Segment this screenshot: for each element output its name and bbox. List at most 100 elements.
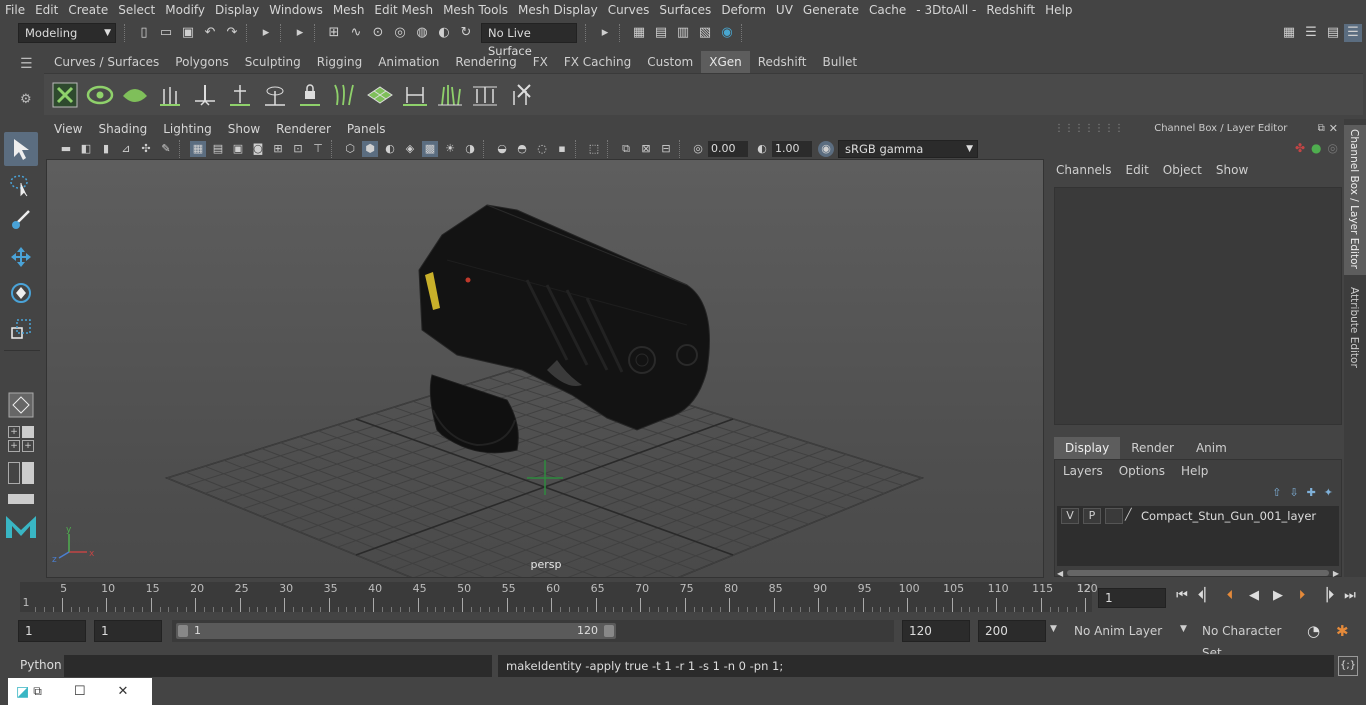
close-icon[interactable]: ✕ bbox=[1329, 122, 1338, 135]
select-tool[interactable] bbox=[4, 132, 38, 166]
isolate-select-icon[interactable]: ⬚ bbox=[586, 141, 602, 157]
range-slider-track[interactable]: 1 120 bbox=[172, 620, 894, 642]
viewport-menu-view[interactable]: View bbox=[46, 119, 90, 139]
move-layer-down-icon[interactable]: ⇩ bbox=[1289, 486, 1298, 499]
resolution-gate-icon[interactable]: ▣ bbox=[230, 141, 246, 157]
motion-blur-icon[interactable]: ◓ bbox=[514, 141, 530, 157]
layer-display-type-toggle[interactable] bbox=[1105, 508, 1123, 524]
single-perspective-layout-icon[interactable]: + bbox=[8, 426, 36, 438]
layer-visibility-toggle[interactable]: V bbox=[1061, 508, 1079, 524]
move-layer-up-icon[interactable]: ⇧ bbox=[1272, 486, 1281, 499]
rotate-tool[interactable] bbox=[4, 276, 38, 310]
wireframe-on-shaded-icon[interactable]: ◈ bbox=[402, 141, 418, 157]
xray-icon[interactable]: ⧉ bbox=[618, 141, 634, 157]
menu-curves[interactable]: Curves bbox=[603, 0, 655, 20]
shelf-tab-sculpting[interactable]: Sculpting bbox=[237, 51, 309, 73]
layers-menu[interactable]: Layers bbox=[1063, 464, 1103, 478]
menu-mesh-display[interactable]: Mesh Display bbox=[513, 0, 603, 20]
use-all-lights-icon[interactable]: ☀ bbox=[442, 141, 458, 157]
color-management-icon[interactable]: ◉ bbox=[818, 141, 834, 157]
shelf-tab-rigging[interactable]: Rigging bbox=[309, 51, 370, 73]
layer-scrollbar[interactable]: ◀ ▶ bbox=[1057, 568, 1339, 578]
layer-row[interactable]: V P ╱ Compact_Stun_Gun_001_layer bbox=[1057, 506, 1339, 526]
snap-edge-icon[interactable]: ◐ bbox=[435, 24, 453, 42]
xray-components-icon[interactable]: ⊟ bbox=[658, 141, 674, 157]
channel-list[interactable] bbox=[1054, 187, 1342, 425]
menu-generate[interactable]: Generate bbox=[798, 0, 864, 20]
hierarchy-mode-icon[interactable]: ▸ bbox=[291, 24, 309, 42]
textured-icon[interactable]: ▩ bbox=[422, 141, 438, 157]
workspace-icon[interactable]: ▦ bbox=[1280, 24, 1298, 42]
start-time-field[interactable]: 1 bbox=[18, 620, 86, 642]
snap-surface-icon[interactable]: ◍ bbox=[413, 24, 431, 42]
shelf-collapse-icon[interactable]: ☰ bbox=[20, 56, 38, 74]
shelf-tab-animation[interactable]: Animation bbox=[370, 51, 447, 73]
xray-joints-icon[interactable]: ⊠ bbox=[638, 141, 654, 157]
new-layer-from-selection-icon[interactable]: ✦ bbox=[1324, 486, 1333, 499]
viewport-menu-lighting[interactable]: Lighting bbox=[155, 119, 220, 139]
gamma-field[interactable]: 1.00 bbox=[772, 141, 812, 157]
speed-icon[interactable]: ● bbox=[1311, 141, 1321, 155]
maya-window-icon[interactable]: ◪ bbox=[16, 684, 29, 700]
go-to-start-icon[interactable]: ⏮ bbox=[1172, 588, 1192, 603]
shelf-tab-rendering[interactable]: Rendering bbox=[447, 51, 524, 73]
step-forward-icon[interactable]: ▕⏵ bbox=[1316, 588, 1336, 603]
maximize-icon[interactable]: ☐ bbox=[74, 684, 86, 699]
snap-view-plane-icon[interactable]: ◎ bbox=[391, 24, 409, 42]
render-view-icon[interactable]: ▤ bbox=[652, 24, 670, 42]
xgen-interactive-groom-icon[interactable] bbox=[435, 78, 465, 112]
outliner-layout-icon[interactable] bbox=[8, 462, 36, 484]
xgen-sculpt-guide-icon[interactable] bbox=[225, 78, 255, 112]
shadows-icon[interactable]: ◑ bbox=[462, 141, 478, 157]
menu-select[interactable]: Select bbox=[113, 0, 160, 20]
xgen-rebuild-icon[interactable] bbox=[400, 78, 430, 112]
snap-curve-icon[interactable]: ∿ bbox=[347, 24, 365, 42]
xgen-grid-icon[interactable] bbox=[365, 78, 395, 112]
side-tab-attribute-editor[interactable]: Attribute Editor bbox=[1344, 283, 1366, 373]
side-tab-channel-box[interactable]: Channel Box / Layer Editor bbox=[1344, 125, 1366, 275]
layer-tab-anim[interactable]: Anim bbox=[1185, 437, 1238, 459]
auto-key-icon[interactable]: ◔ bbox=[1307, 622, 1320, 640]
playback-start-field[interactable]: 1 bbox=[94, 620, 162, 642]
open-scene-icon[interactable]: ▭ bbox=[157, 24, 175, 42]
render-frame-icon[interactable]: ▦ bbox=[630, 24, 648, 42]
xgen-editor-icon[interactable] bbox=[50, 78, 80, 112]
bookmark-icon[interactable]: ▮ bbox=[98, 141, 114, 157]
current-frame-field[interactable]: 1 bbox=[1098, 588, 1166, 608]
menu-mesh[interactable]: Mesh bbox=[328, 0, 370, 20]
options-menu[interactable]: Options bbox=[1119, 464, 1165, 478]
move-tool[interactable] bbox=[4, 240, 38, 274]
four-view-layout-icon[interactable]: + + bbox=[8, 440, 36, 452]
restore-icon[interactable]: ⧉ bbox=[33, 684, 42, 699]
menu-windows[interactable]: Windows bbox=[264, 0, 328, 20]
menu-create[interactable]: Create bbox=[63, 0, 113, 20]
step-back-key-icon[interactable]: ⏴ bbox=[1220, 588, 1240, 603]
show-menu[interactable]: Show bbox=[1216, 163, 1248, 177]
float-panel-icon[interactable]: ⧉ bbox=[1318, 123, 1325, 134]
menu-modify[interactable]: Modify bbox=[160, 0, 210, 20]
menu-display[interactable]: Display bbox=[210, 0, 264, 20]
xgen-lock-length-icon[interactable] bbox=[260, 78, 290, 112]
step-forward-key-icon[interactable]: ⏵ bbox=[1292, 588, 1312, 603]
panel-grip-icon[interactable]: ⋮⋮⋮⋮⋮⋮⋮ bbox=[1054, 123, 1124, 134]
play-backwards-icon[interactable]: ◀ bbox=[1244, 588, 1264, 603]
screen-space-ao-icon[interactable]: ◒ bbox=[494, 141, 510, 157]
menu-deform[interactable]: Deform bbox=[716, 0, 771, 20]
menu-edit-mesh[interactable]: Edit Mesh bbox=[369, 0, 438, 20]
ipr-render-icon[interactable]: ▥ bbox=[674, 24, 692, 42]
close-icon[interactable]: ✕ bbox=[117, 684, 128, 699]
playback-end-field[interactable]: 120 bbox=[902, 620, 970, 642]
shelf-tab-bullet[interactable]: Bullet bbox=[814, 51, 865, 73]
play-forwards-icon[interactable]: ▶ bbox=[1268, 588, 1288, 603]
xgen-preview-icon[interactable] bbox=[85, 78, 115, 112]
xgen-add-guide-icon[interactable] bbox=[155, 78, 185, 112]
layer-tab-display[interactable]: Display bbox=[1054, 437, 1121, 459]
go-to-end-icon[interactable]: ⏭ bbox=[1340, 588, 1360, 603]
grease-pencil-icon[interactable]: ✎ bbox=[158, 141, 174, 157]
exposure-icon[interactable]: ◎ bbox=[690, 141, 706, 157]
mode-selector[interactable]: Modeling ▼ bbox=[18, 22, 116, 43]
field-chart-icon[interactable]: ⊞ bbox=[270, 141, 286, 157]
save-scene-icon[interactable]: ▣ bbox=[179, 24, 197, 42]
xgen-lock-icon[interactable] bbox=[295, 78, 325, 112]
range-slider-bar[interactable]: 1 120 bbox=[176, 623, 616, 639]
